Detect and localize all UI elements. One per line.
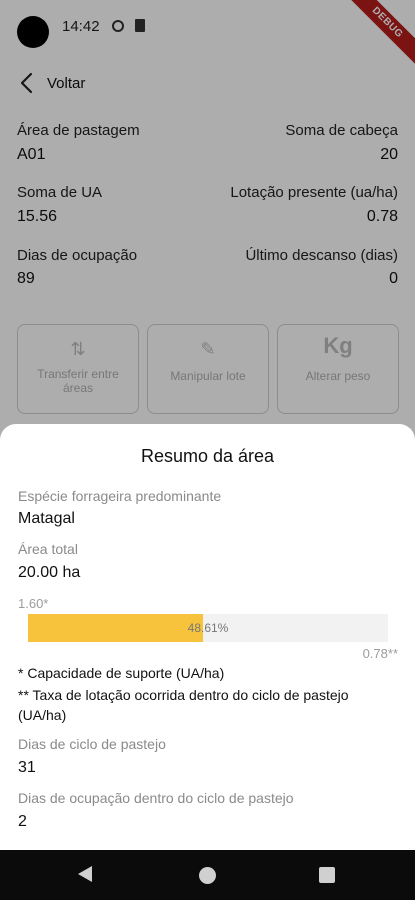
area-total-value: 20.00 ha (18, 564, 81, 581)
progress-percent: 48.61% (187, 621, 229, 635)
nav-back-icon[interactable] (78, 866, 92, 882)
capacity-value: 1.60* (18, 596, 49, 611)
area-summary-sheet: Resumo da área Espécie forrageira predom… (0, 424, 415, 850)
occupancy-progress-bar: 48.61% (28, 614, 388, 642)
stocking-rate-value: 0.78** (362, 646, 398, 661)
ocupacao-label: Dias de ocupação dentro do ciclo de past… (18, 790, 294, 806)
ciclo-value: 31 (18, 759, 36, 776)
especie-value: Matagal (18, 510, 75, 527)
nav-recents-icon[interactable] (319, 867, 335, 883)
ocupacao-value: 2 (18, 813, 27, 830)
note-capacity: * Capacidade de suporte (UA/ha) (18, 665, 225, 681)
sheet-title: Resumo da área (140, 446, 275, 466)
ciclo-label: Dias de ciclo de pastejo (18, 736, 166, 752)
nav-home-icon[interactable] (199, 867, 216, 884)
area-total-label: Área total (18, 541, 78, 557)
note-stocking: ** Taxa de lotação ocorrida dentro do ci… (18, 687, 349, 723)
especie-label: Espécie forrageira predominante (18, 488, 222, 504)
system-nav-bar (0, 850, 415, 900)
